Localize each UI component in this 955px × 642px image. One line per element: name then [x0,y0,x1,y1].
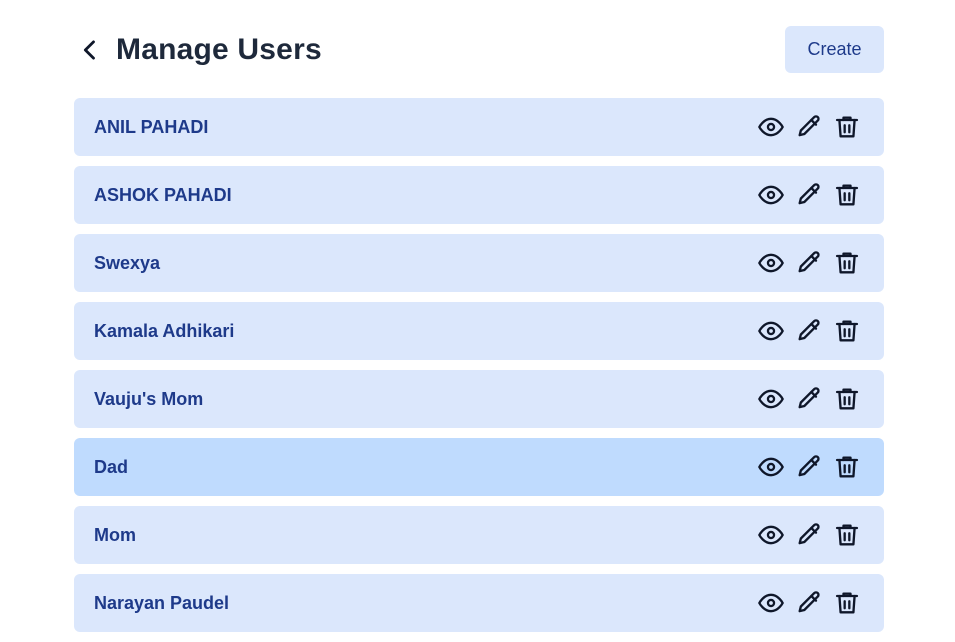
delete-button[interactable] [832,384,862,414]
pencil-icon [798,523,820,545]
row-actions [756,112,862,142]
delete-button[interactable] [832,248,862,278]
back-button[interactable] [76,36,104,64]
edit-button[interactable] [794,384,824,414]
view-button[interactable] [756,452,786,482]
user-row[interactable]: ANIL PAHADI [74,98,884,156]
page-header: Manage Users Create [74,26,884,73]
user-row[interactable]: ASHOK PAHADI [74,166,884,224]
eye-icon [758,253,784,273]
delete-button[interactable] [832,520,862,550]
user-row[interactable]: Vauju's Mom [74,370,884,428]
delete-button[interactable] [832,452,862,482]
pencil-icon [798,591,820,613]
eye-icon [758,389,784,409]
pencil-icon [798,183,820,205]
user-list: ANIL PAHADI ASHOK PAHADI Swexya Kamala A… [74,98,884,642]
eye-icon [758,117,784,137]
user-name: ASHOK PAHADI [94,185,232,205]
row-actions [756,520,862,550]
view-button[interactable] [756,248,786,278]
row-actions [756,384,862,414]
view-button[interactable] [756,112,786,142]
trash-icon [835,524,859,546]
user-name: Swexya [94,253,161,273]
eye-icon [758,457,784,477]
delete-button[interactable] [832,112,862,142]
user-row[interactable]: Swexya [74,234,884,292]
pencil-icon [798,455,820,477]
edit-button[interactable] [794,248,824,278]
user-name: Kamala Adhikari [94,321,235,341]
view-button[interactable] [756,520,786,550]
edit-button[interactable] [794,112,824,142]
edit-button[interactable] [794,316,824,346]
view-button[interactable] [756,316,786,346]
edit-button[interactable] [794,520,824,550]
row-actions [756,180,862,210]
trash-icon [835,592,859,614]
user-name: Mom [94,525,136,545]
trash-icon [835,456,859,478]
user-name: Dad [94,457,129,477]
pencil-icon [798,387,820,409]
page-title: Manage Users [116,33,322,66]
pencil-icon [798,251,820,273]
delete-button[interactable] [832,316,862,346]
user-row[interactable]: Narayan Paudel [74,574,884,632]
row-actions [756,452,862,482]
user-name: ANIL PAHADI [94,117,209,137]
chevron-left-icon [83,40,95,60]
trash-icon [835,116,859,138]
trash-icon [835,252,859,274]
eye-icon [758,185,784,205]
eye-icon [758,525,784,545]
pencil-icon [798,115,820,137]
user-row[interactable]: Mom [74,506,884,564]
eye-icon [758,321,784,341]
row-actions [756,316,862,346]
delete-button[interactable] [832,180,862,210]
view-button[interactable] [756,180,786,210]
user-name: Narayan Paudel [94,593,230,613]
user-row[interactable]: Dad [74,438,884,496]
pencil-icon [798,319,820,341]
trash-icon [835,388,859,410]
trash-icon [835,320,859,342]
edit-button[interactable] [794,452,824,482]
create-button[interactable]: Create [785,26,884,73]
view-button[interactable] [756,384,786,414]
trash-icon [835,184,859,206]
eye-icon [758,593,784,613]
row-actions [756,248,862,278]
edit-button[interactable] [794,180,824,210]
user-row[interactable]: Kamala Adhikari [74,302,884,360]
user-name: Vauju's Mom [94,389,204,409]
